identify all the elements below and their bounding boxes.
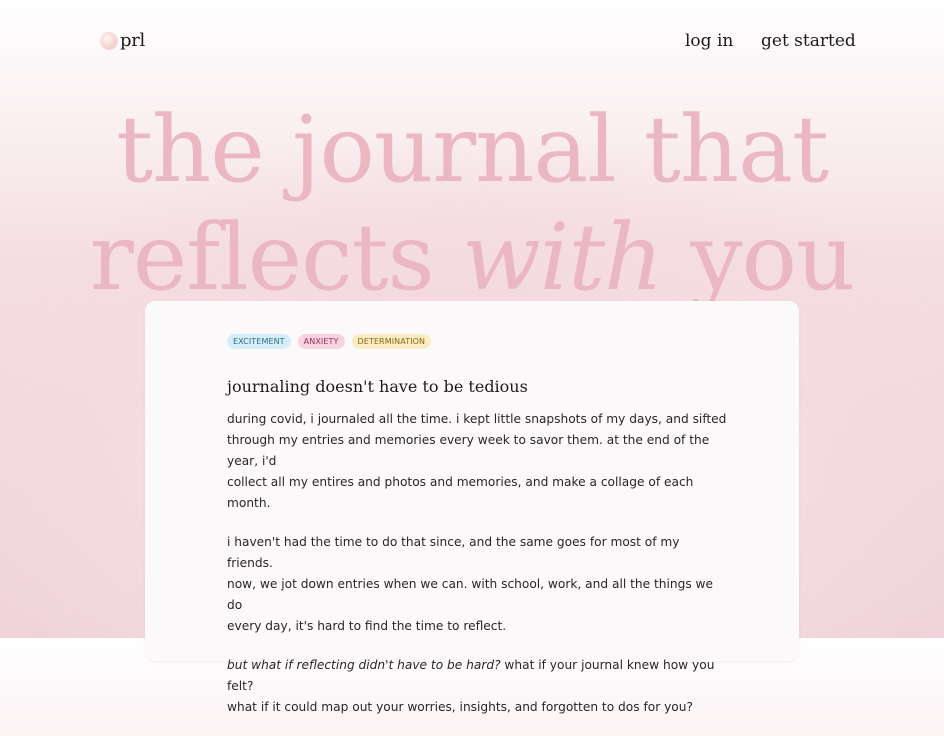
get-started-link[interactable]: get started bbox=[761, 30, 856, 52]
paragraph-line: collect all my entires and photos and me… bbox=[227, 475, 694, 510]
tag-determination: DETERMINATION bbox=[351, 334, 432, 349]
hero-line-2-italic: with bbox=[462, 204, 663, 311]
hero-line-2: reflects with you bbox=[0, 204, 944, 312]
entry-body: during covid, i journaled all the time. … bbox=[227, 409, 727, 736]
top-nav: prl log in get started bbox=[0, 0, 944, 84]
hero-line-2-start: reflects bbox=[89, 204, 463, 311]
logo-text: prl bbox=[120, 30, 145, 51]
journal-entry-card: EXCITEMENT ANXIETY DETERMINATION journal… bbox=[145, 301, 799, 714]
hero-headline: the journal that reflects with you bbox=[0, 96, 944, 312]
paragraph-line: but what if reflecting didn't have to be… bbox=[227, 655, 727, 697]
entry-paragraph: but what if reflecting didn't have to be… bbox=[227, 655, 727, 718]
hero-line-2-end: you bbox=[662, 204, 856, 311]
tag-excitement: EXCITEMENT bbox=[227, 334, 291, 349]
italic-question: but what if reflecting didn't have to be… bbox=[227, 658, 501, 672]
pearl-logo-icon bbox=[101, 33, 117, 49]
paragraph-line: now, we jot down entries when we can. wi… bbox=[227, 577, 714, 612]
entry-title: journaling doesn't have to be tedious bbox=[227, 377, 528, 396]
tag-anxiety: ANXIETY bbox=[297, 334, 345, 349]
paragraph-line: i haven't had the time to do that since,… bbox=[227, 535, 680, 570]
entry-paragraph: during covid, i journaled all the time. … bbox=[227, 409, 727, 514]
logo[interactable]: prl bbox=[101, 30, 145, 52]
login-link[interactable]: log in bbox=[685, 30, 733, 52]
paragraph-line: during covid, i journaled all the time. … bbox=[227, 412, 727, 426]
paragraph-line: every day, it's hard to find the time to… bbox=[227, 619, 507, 633]
emotion-tags: EXCITEMENT ANXIETY DETERMINATION bbox=[227, 334, 432, 349]
paragraph-line: what if it could map out your worries, i… bbox=[227, 700, 693, 714]
paragraph-line: through my entries and memories every we… bbox=[227, 433, 710, 468]
entry-paragraph: i haven't had the time to do that since,… bbox=[227, 532, 727, 637]
hero-line-1: the journal that bbox=[116, 96, 829, 203]
